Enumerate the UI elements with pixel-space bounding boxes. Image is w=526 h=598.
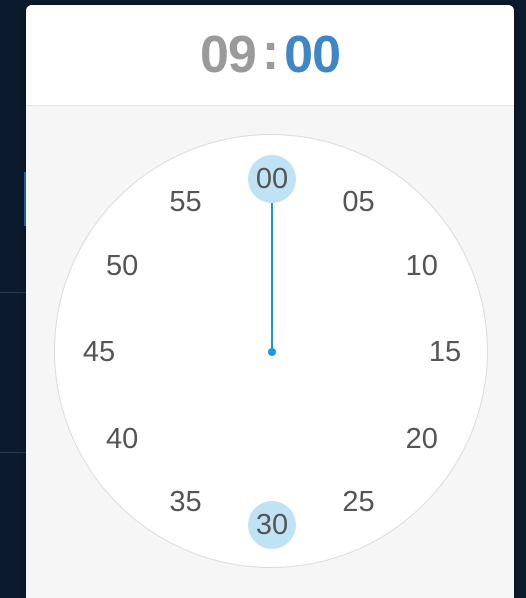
minute-option-40[interactable]: 40 xyxy=(98,415,146,463)
minute-option-55[interactable]: 55 xyxy=(162,178,210,226)
minute-option-15[interactable]: 15 xyxy=(421,328,469,376)
minute-option-45[interactable]: 45 xyxy=(75,328,123,376)
background-divider xyxy=(0,292,28,293)
clock-center-dot xyxy=(268,348,276,356)
hour-display[interactable]: 09 xyxy=(200,25,257,85)
time-separator: : xyxy=(261,23,279,81)
minute-option-05[interactable]: 05 xyxy=(335,178,383,226)
minute-option-20[interactable]: 20 xyxy=(398,415,446,463)
time-picker-popup: 09 : 00 00 05 10 15 20 25 30 35 40 45 50 55 xyxy=(26,5,514,598)
minute-option-50[interactable]: 50 xyxy=(98,242,146,290)
clock-dial[interactable]: 00 05 10 15 20 25 30 35 40 45 50 55 xyxy=(54,134,488,568)
minute-option-10[interactable]: 10 xyxy=(398,242,446,290)
minute-option-25[interactable]: 25 xyxy=(335,478,383,526)
minute-option-35[interactable]: 35 xyxy=(162,478,210,526)
minute-option-00[interactable]: 00 xyxy=(248,155,296,203)
time-display-header: 09 : 00 xyxy=(26,5,514,106)
minute-option-30[interactable]: 30 xyxy=(248,501,296,549)
minute-display[interactable]: 00 xyxy=(284,25,341,85)
background-divider xyxy=(0,452,28,453)
